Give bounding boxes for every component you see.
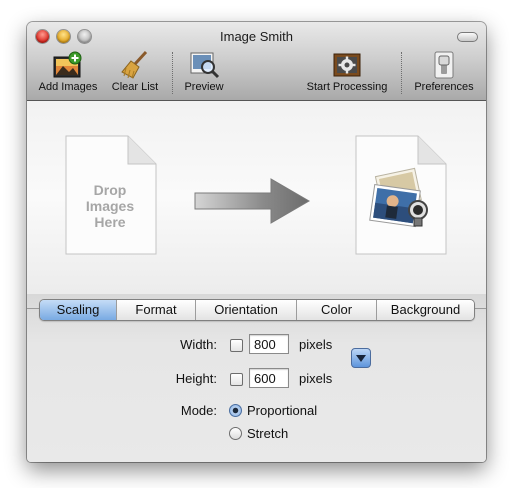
image-smith-window: Image Smith Add Images Clear List Previe…	[27, 22, 486, 462]
output-image-document	[354, 134, 448, 256]
tab-background[interactable]: Background	[377, 300, 474, 320]
preferences-label: Preferences	[414, 81, 474, 93]
width-checkbox[interactable]	[230, 339, 243, 352]
add-images-icon	[51, 50, 85, 80]
height-checkbox[interactable]	[230, 373, 243, 386]
height-field[interactable]: 600	[249, 368, 289, 388]
width-field[interactable]: 800	[249, 334, 289, 354]
height-label: Height:	[175, 371, 217, 386]
preferences-button[interactable]: Preferences	[411, 50, 477, 93]
start-processing-button[interactable]: Start Processing	[301, 50, 393, 93]
tab-color[interactable]: Color	[297, 300, 377, 320]
mode-stretch-radio[interactable]	[229, 427, 242, 440]
start-processing-label: Start Processing	[306, 81, 388, 93]
processing-gear-icon	[330, 50, 364, 80]
option-tabs: Scaling Format Orientation Color Backgro…	[39, 299, 475, 321]
title-toolbar: Image Smith Add Images Clear List Previe…	[27, 22, 486, 101]
mode-proportional-radio[interactable]	[229, 404, 242, 417]
tab-scaling[interactable]: Scaling	[40, 300, 117, 320]
clear-list-button[interactable]: Clear List	[105, 50, 165, 93]
drop-images-here-text: Drop Images Here	[85, 182, 135, 230]
width-units: pixels	[299, 337, 333, 352]
toolbar-toggle-button[interactable]	[457, 32, 478, 42]
preview-button[interactable]: Preview	[177, 50, 231, 93]
mode-proportional-label[interactable]: Proportional	[247, 403, 317, 418]
toolbar-separator	[401, 52, 402, 94]
chevron-down-icon	[356, 355, 366, 362]
preview-label: Preview	[184, 81, 224, 93]
tab-format[interactable]: Format	[117, 300, 196, 320]
photo-document-icon	[355, 135, 447, 255]
options-panel: Scaling Format Orientation Color Backgro…	[27, 294, 486, 462]
drop-target-document[interactable]: Drop Images Here	[64, 134, 158, 256]
add-images-label: Add Images	[38, 81, 98, 93]
preview-magnifier-icon	[187, 50, 221, 80]
add-images-button[interactable]: Add Images	[35, 50, 101, 93]
drop-area[interactable]: Drop Images Here	[27, 101, 486, 294]
width-label: Width:	[180, 337, 217, 352]
mode-stretch-label[interactable]: Stretch	[247, 426, 288, 441]
tab-orientation[interactable]: Orientation	[196, 300, 297, 320]
right-arrow-icon	[193, 176, 313, 231]
broom-icon	[118, 50, 152, 80]
toolbar-separator	[172, 52, 173, 94]
units-menu-button[interactable]	[351, 348, 371, 368]
window-title: Image Smith	[220, 29, 293, 44]
preferences-switch-icon	[427, 50, 461, 80]
mode-label: Mode:	[180, 403, 217, 418]
height-units: pixels	[299, 371, 333, 386]
clear-list-label: Clear List	[111, 81, 159, 93]
